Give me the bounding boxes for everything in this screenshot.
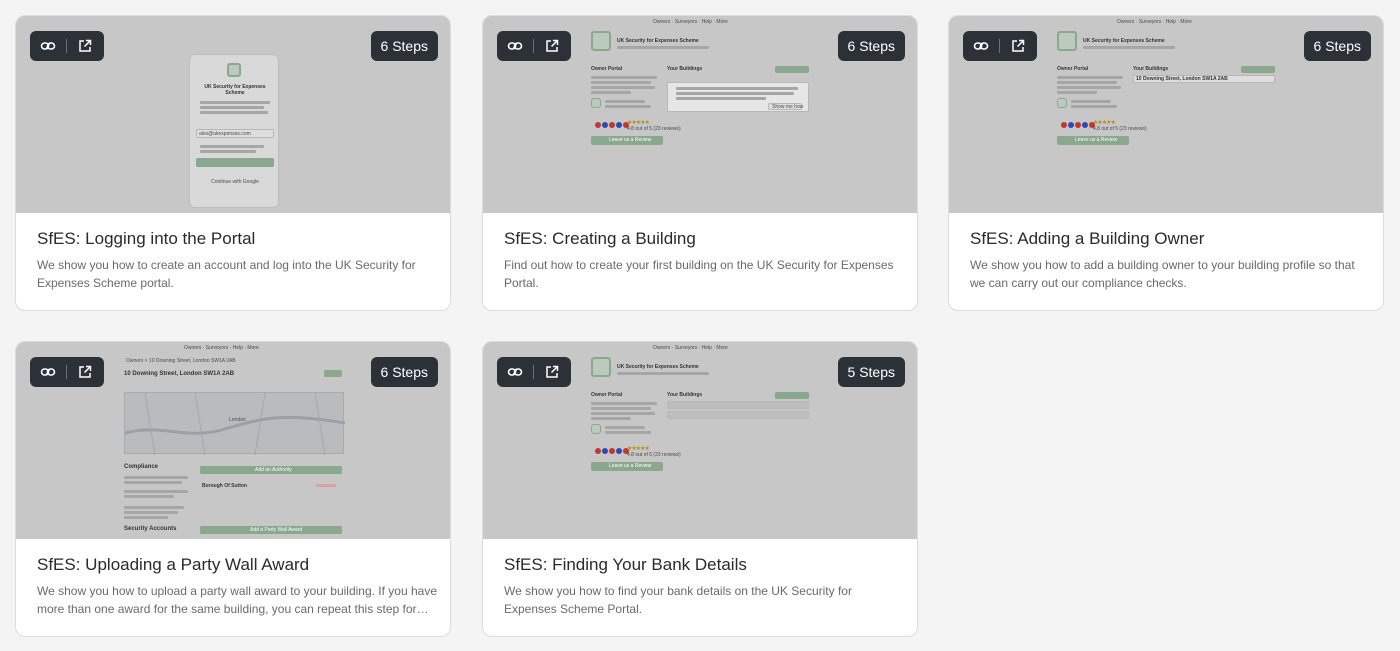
building-row: 10 Downing Street, London SW1A 2AB [1133,75,1275,83]
tutorial-preview-image[interactable]: Owners · Surveyors · Help · More UK Secu… [483,342,917,539]
card-actions [497,31,571,61]
card-description: Find out how to create your first buildi… [504,258,894,290]
card-actions [963,31,1037,61]
external-link-icon [79,365,92,378]
security-accounts-heading: Security Accounts [124,526,177,532]
step-count-badge: 6 Steps [837,31,905,61]
copy-link-button[interactable] [963,31,999,61]
card-title[interactable]: SfES: Uploading a Party Wall Award [37,554,437,576]
external-link-icon [79,39,92,52]
brand-name: UK Security for Expenses Scheme [617,364,699,370]
link-icon [973,42,989,50]
brand-logo [227,63,241,77]
tutorial-card[interactable]: Owners · Surveyors · Help · More UK Secu… [482,15,918,311]
tutorial-card[interactable]: Owners · Surveyors · Help · More UK Secu… [482,341,918,637]
owner-portal-heading: Owner Portal [1057,66,1089,72]
step-count-badge: 5 Steps [837,357,905,387]
rating-text: 4.8 out of 5 (23 reviews) [627,452,681,458]
preview-nav: Owners · Surveyors · Help · More [653,345,728,351]
preview-nav: Owners · Surveyors · Help · More [653,19,728,25]
rating-text: 4.8 out of 5 (23 reviews) [1093,126,1147,132]
copy-link-button[interactable] [497,31,533,61]
owner-portal-heading: Owner Portal [591,66,623,72]
card-description: We show you how to create an account and… [37,258,416,290]
step-count-badge: 6 Steps [370,357,438,387]
brand-logo [591,357,611,377]
tutorial-preview-image[interactable]: Owners · Surveyors · Help · More UK Secu… [949,16,1383,213]
preview-nav: Owners · Surveyors · Help · More [1117,19,1192,25]
copy-link-button[interactable] [30,357,66,387]
tutorial-card[interactable]: Owners · Surveyors · Help · More Owners … [15,341,451,637]
link-icon [40,368,56,376]
tutorial-preview-image[interactable]: Owners · Surveyors · Help · More UK Secu… [483,16,917,213]
owner-portal-heading: Owner Portal [591,392,623,398]
your-buildings-heading: Your Buildings [1133,66,1169,72]
external-link-icon [546,365,559,378]
step-count-badge: 6 Steps [370,31,438,61]
card-actions [497,357,571,387]
map-preview: London [124,392,345,455]
link-icon [507,368,523,376]
tutorial-card[interactable]: UK Security for Expenses Scheme alex@uke… [15,15,451,311]
card-actions [30,31,104,61]
preview-nav: Owners · Surveyors · Help · More [184,345,259,351]
open-in-new-tab-button[interactable] [534,357,570,387]
card-title[interactable]: SfES: Logging into the Portal [37,228,437,250]
card-title[interactable]: SfES: Creating a Building [504,228,904,250]
tutorial-card[interactable]: Owners · Surveyors · Help · More UK Secu… [948,15,1384,311]
google-login-link: Continue with Google [211,179,259,185]
card-actions [30,357,104,387]
link-icon [507,42,523,50]
open-in-new-tab-button[interactable] [67,31,103,61]
card-description: We show you how to add a building owner … [970,258,1355,290]
card-title[interactable]: SfES: Adding a Building Owner [970,228,1370,250]
open-in-new-tab-button[interactable] [1000,31,1036,61]
building-address: 10 Downing Street, London SW1A 2AB [124,371,235,377]
tooltip-preview: Show me how [667,82,809,112]
card-title[interactable]: SfES: Finding Your Bank Details [504,554,904,576]
open-in-new-tab-button[interactable] [67,357,103,387]
your-buildings-heading: Your Buildings [667,66,703,72]
brand-logo [1057,31,1077,51]
card-description: We show you how to upload a party wall a… [37,584,437,616]
council-name: Borough Of Sutton [202,483,247,489]
email-field: alex@ukexpenses.com [196,129,274,138]
breadcrumb: Owners > 10 Downing Street, London SW1A … [126,358,236,364]
preview-heading: UK Security for Expenses Scheme [204,84,266,96]
your-buildings-heading: Your Buildings [667,392,703,398]
external-link-icon [546,39,559,52]
brand-name: UK Security for Expenses Scheme [1083,38,1165,44]
rating-text: 4.8 out of 5 (23 reviews) [627,126,681,132]
login-form-preview: UK Security for Expenses Scheme alex@uke… [189,54,279,208]
brand-name: UK Security for Expenses Scheme [617,38,699,44]
compliance-heading: Compliance [124,464,159,470]
tutorial-preview-image[interactable]: Owners · Surveyors · Help · More Owners … [16,342,450,539]
brand-logo [591,31,611,51]
step-count-badge: 6 Steps [1303,31,1371,61]
copy-link-button[interactable] [497,357,533,387]
open-in-new-tab-button[interactable] [534,31,570,61]
continue-button [196,158,274,167]
external-link-icon [1012,39,1025,52]
copy-link-button[interactable] [30,31,66,61]
tutorial-preview-image[interactable]: UK Security for Expenses Scheme alex@uke… [16,16,450,213]
card-description: We show you how to find your bank detail… [504,584,852,616]
link-icon [40,42,56,50]
